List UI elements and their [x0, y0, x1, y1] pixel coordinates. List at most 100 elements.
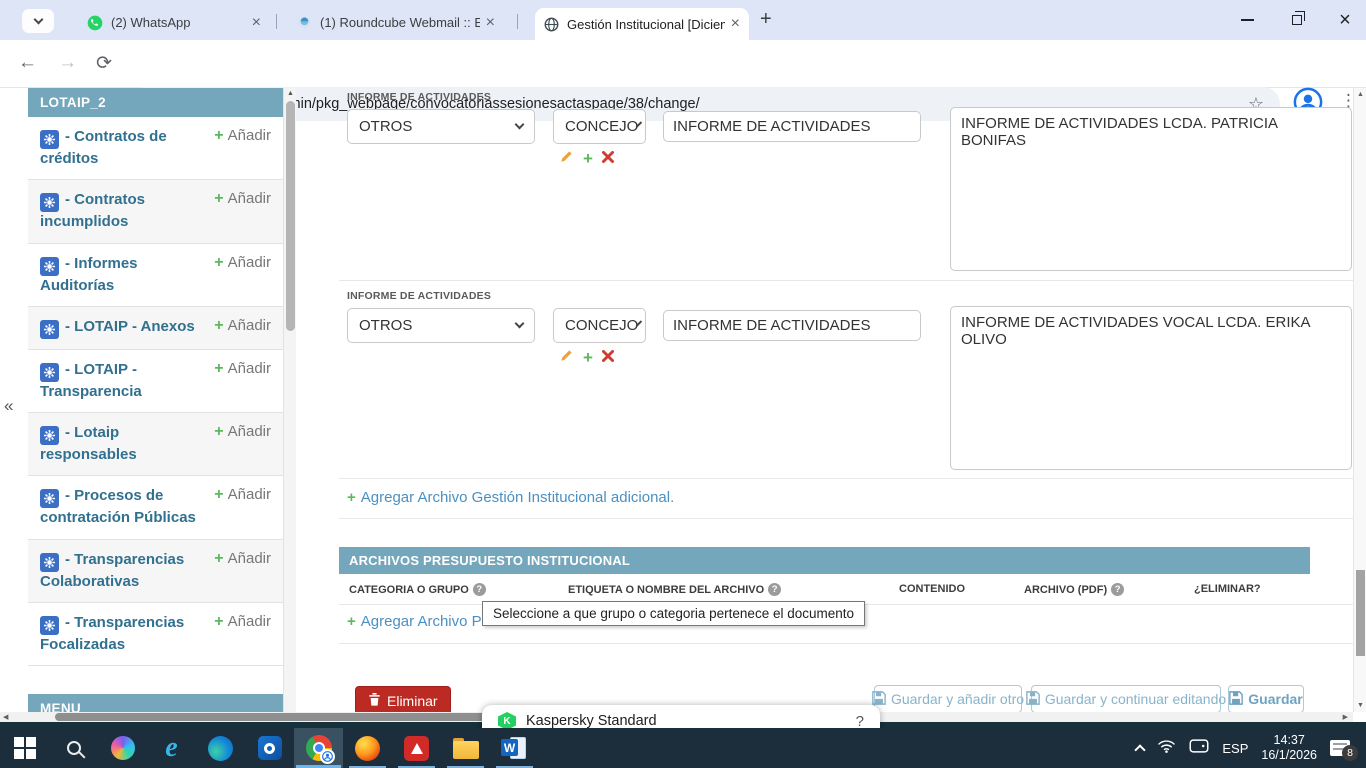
tooltip: Seleccione a que grupo o categoria perte…: [482, 601, 865, 626]
tab-gestion-institucional[interactable]: Gestión Institucional [Diciembre ×: [535, 8, 749, 40]
taskbar-ie-button[interactable]: e: [147, 728, 196, 768]
grupo-select[interactable]: CONCEJO: [553, 109, 646, 144]
guardar-continuar-button[interactable]: Guardar y continuar editando: [1031, 685, 1221, 713]
add-link[interactable]: +Añadir: [214, 486, 271, 504]
add-link[interactable]: +Añadir: [214, 613, 271, 631]
connect-display-icon[interactable]: [1189, 738, 1209, 759]
sidebar-item-contratos-creditos[interactable]: - Contratos de créditos +Añadir: [28, 117, 283, 180]
close-icon[interactable]: ×: [252, 15, 261, 31]
kaspersky-help-icon[interactable]: ?: [856, 713, 864, 730]
add-link[interactable]: +Añadir: [214, 360, 271, 378]
search-icon: [67, 741, 81, 755]
taskbar-chrome-button[interactable]: [294, 728, 343, 768]
back-button[interactable]: ←: [18, 52, 37, 74]
taskbar-search-button[interactable]: [49, 728, 98, 768]
start-button[interactable]: [0, 728, 49, 768]
add-link[interactable]: +Añadir: [214, 190, 271, 208]
taskbar-acrobat-button[interactable]: [392, 728, 441, 768]
add-link[interactable]: +Añadir: [214, 423, 271, 441]
sidebar-item-procesos-contratacion[interactable]: - Procesos de contratación Públicas +Aña…: [28, 476, 283, 539]
add-plus-icon[interactable]: +: [583, 349, 593, 366]
taskbar-edge-button[interactable]: [196, 728, 245, 768]
column-categoria: CATEGORIA O GRUPO?: [349, 583, 486, 596]
help-icon[interactable]: ?: [473, 583, 486, 596]
divider: [339, 280, 1353, 281]
scroll-right-arrow[interactable]: ▶: [1343, 713, 1348, 721]
column-contenido: CONTENIDO: [899, 583, 965, 595]
grupo-select[interactable]: CONCEJO: [553, 308, 646, 343]
related-actions: +: [560, 149, 614, 168]
close-icon[interactable]: ×: [731, 16, 740, 32]
add-link[interactable]: +Añadir: [214, 550, 271, 568]
add-link[interactable]: +Añadir: [214, 127, 271, 145]
etiqueta-input[interactable]: [663, 111, 921, 142]
guardar-button[interactable]: Guardar: [1228, 685, 1304, 713]
tray-expand-icon[interactable]: [1135, 744, 1146, 755]
contenido-textarea[interactable]: INFORME DE ACTIVIDADES LCDA. PATRICIA BO…: [950, 107, 1352, 271]
sidebar-item-label[interactable]: - Contratos de créditos: [40, 128, 167, 167]
sidebar-item-contratos-incumplidos[interactable]: - Contratos incumplidos +Añadir: [28, 180, 283, 243]
scroll-down-arrow[interactable]: ▼: [1357, 702, 1364, 709]
forward-button[interactable]: →: [58, 52, 77, 74]
sidebar-item-lotaip-responsables[interactable]: - Lotaip responsables +Añadir: [28, 413, 283, 476]
tab-title: (2) WhatsApp: [111, 15, 246, 30]
window-close-button[interactable]: ×: [1322, 0, 1366, 40]
taskbar-copilot-button[interactable]: [98, 728, 147, 768]
save-edit-icon: [1026, 691, 1040, 708]
categoria-select[interactable]: OTROS: [347, 109, 535, 144]
scroll-up-arrow[interactable]: ▲: [1357, 91, 1364, 98]
tab-whatsapp[interactable]: (2) WhatsApp ×: [78, 9, 270, 36]
reload-button[interactable]: ⟳: [96, 52, 112, 75]
sidebar-collapse-button[interactable]: «: [4, 396, 13, 416]
notification-badge: 8: [1342, 745, 1358, 761]
sidebar-scrollbar[interactable]: ▲: [283, 88, 296, 718]
add-link[interactable]: +Añadir: [214, 317, 271, 335]
notification-center-icon[interactable]: 8: [1330, 740, 1350, 756]
sidebar-item-label[interactable]: - LOTAIP - Anexos: [65, 318, 195, 335]
add-link[interactable]: +Añadir: [214, 254, 271, 272]
sidebar-item-label[interactable]: - Transparencias Colaborativas: [40, 551, 184, 590]
sidebar-item-label[interactable]: - Procesos de contratación Públicas: [40, 487, 196, 526]
help-icon[interactable]: ?: [768, 583, 781, 596]
sidebar-item-label[interactable]: - Transparencias Focalizadas: [40, 614, 184, 653]
roundcube-icon: [297, 15, 312, 30]
sidebar-item-transparencias-colaborativas[interactable]: - Transparencias Colaborativas +Añadir: [28, 540, 283, 603]
window-minimize-button[interactable]: [1224, 0, 1270, 40]
clock[interactable]: 14:37 16/1/2026: [1261, 733, 1317, 763]
sidebar-item-informes-auditorias[interactable]: - Informes Auditorías +Añadir: [28, 244, 283, 307]
sidebar-item-lotaip-anexos[interactable]: - LOTAIP - Anexos +Añadir: [28, 307, 283, 350]
sidebar-scrollbar-thumb[interactable]: [286, 101, 295, 331]
taskbar-firefox-button[interactable]: [343, 728, 392, 768]
edit-pencil-icon[interactable]: [560, 149, 574, 168]
sidebar-item-transparencias-focalizadas[interactable]: - Transparencias Focalizadas +Añadir: [28, 603, 283, 666]
help-icon[interactable]: ?: [1111, 583, 1124, 596]
vertical-scrollbar-thumb[interactable]: [1356, 570, 1365, 656]
tab-search-button[interactable]: [22, 9, 54, 33]
taskbar-explorer-button[interactable]: [441, 728, 490, 768]
scroll-up-arrow[interactable]: ▲: [287, 90, 294, 97]
delete-x-icon[interactable]: [602, 349, 614, 367]
window-restore-button[interactable]: [1274, 0, 1320, 40]
taskbar-outlook-button[interactable]: [245, 728, 294, 768]
eliminar-button[interactable]: Eliminar: [355, 686, 451, 715]
informe-section-2: INFORME DE ACTIVIDADES OTROS CONCEJO INF…: [339, 287, 1353, 478]
new-tab-button[interactable]: +: [760, 8, 772, 31]
add-plus-icon[interactable]: +: [583, 150, 593, 167]
chrome-profile-badge: [320, 749, 335, 764]
scroll-left-arrow[interactable]: ◀: [3, 713, 8, 721]
delete-x-icon[interactable]: [602, 150, 614, 168]
close-icon[interactable]: ×: [486, 15, 495, 31]
categoria-select[interactable]: OTROS: [347, 308, 535, 343]
taskbar-word-button[interactable]: W: [490, 728, 539, 768]
wifi-icon[interactable]: [1157, 738, 1176, 759]
guardar-anadir-button[interactable]: Guardar y añadir otro: [874, 685, 1022, 713]
presupuesto-section-header: ARCHIVOS PRESUPUESTO INSTITUCIONAL: [339, 547, 1310, 574]
language-indicator[interactable]: ESP: [1222, 741, 1248, 756]
etiqueta-input[interactable]: [663, 310, 921, 341]
page-vertical-scrollbar[interactable]: ▲ ▼: [1353, 88, 1366, 712]
sidebar-item-lotaip-transparencia[interactable]: - LOTAIP - Transparencia +Añadir: [28, 350, 283, 413]
tab-roundcube[interactable]: (1) Roundcube Webmail :: Entra ×: [288, 9, 504, 36]
contenido-textarea[interactable]: INFORME DE ACTIVIDADES VOCAL LCDA. ERIKA…: [950, 306, 1352, 470]
add-gestion-archivo-link[interactable]: +Agregar Archivo Gestión Institucional a…: [347, 489, 674, 506]
edit-pencil-icon[interactable]: [560, 348, 574, 367]
